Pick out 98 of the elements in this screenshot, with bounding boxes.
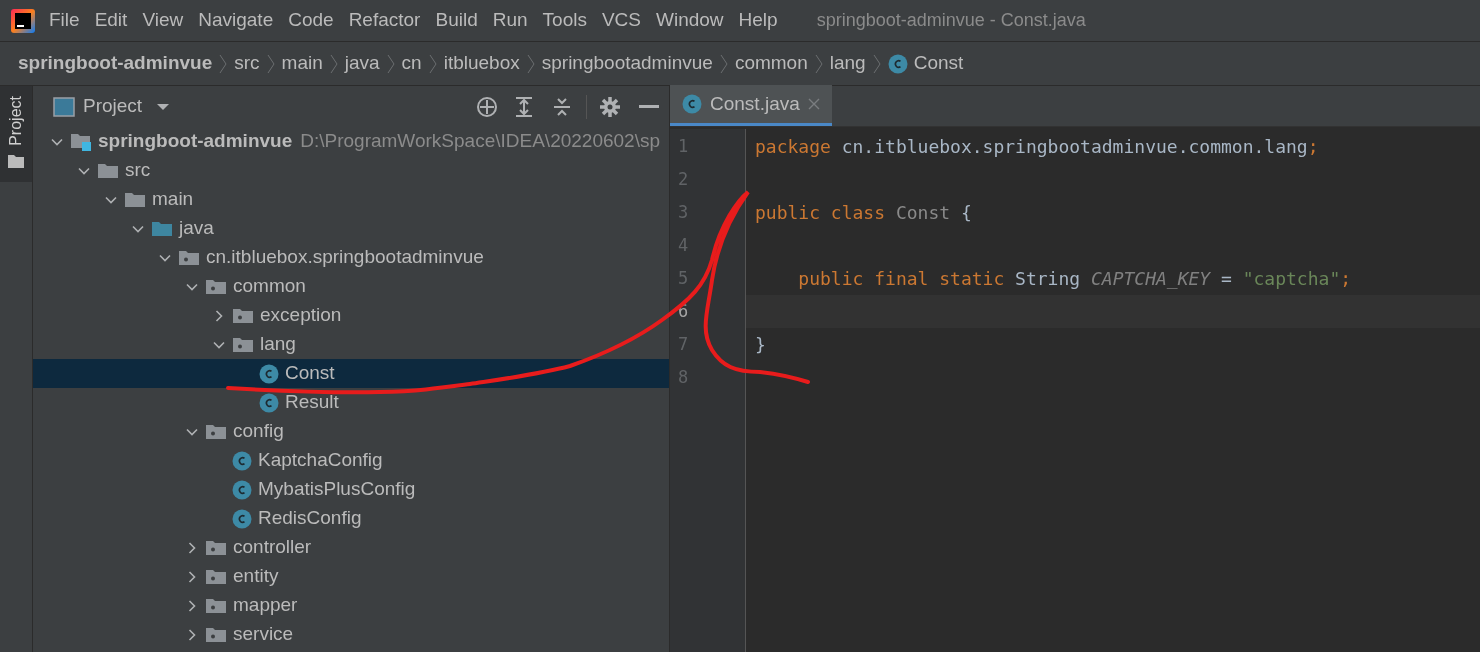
class-icon: [259, 392, 279, 413]
class-icon: [232, 479, 252, 500]
menu-item[interactable]: Window: [656, 6, 724, 35]
settings-icon[interactable]: [599, 95, 621, 118]
breadcrumb-item[interactable]: itbluebox: [443, 49, 520, 78]
menu-item[interactable]: Run: [492, 6, 528, 35]
menu-item[interactable]: VCS: [601, 6, 641, 35]
locate-icon[interactable]: [476, 95, 498, 118]
menu-item[interactable]: Refactor: [348, 6, 421, 35]
tree-row[interactable]: Result: [33, 388, 669, 417]
tab-label: Const.java: [710, 91, 800, 116]
class-icon: [232, 508, 252, 529]
tree-row[interactable]: KaptchaConfig: [33, 446, 669, 475]
class-icon: [259, 363, 279, 384]
breadcrumb-item[interactable]: Const: [913, 49, 964, 78]
package-icon: [205, 625, 227, 644]
class-icon: [232, 450, 252, 471]
tree-label: src: [125, 158, 151, 183]
package-icon: [232, 306, 254, 325]
package-icon: [205, 596, 227, 615]
code-line: public class Const {: [754, 201, 973, 225]
menu-item[interactable]: View: [142, 6, 184, 35]
tree-row[interactable]: MybatisPlusConfig: [33, 475, 669, 504]
code-line: }: [754, 333, 767, 357]
tree-label: MybatisPlusConfig: [258, 477, 416, 502]
tree-row[interactable]: cn.itbluebox.springbootadminvue: [33, 243, 669, 272]
expand-all-icon[interactable]: [514, 95, 534, 118]
app-logo-icon: [11, 8, 35, 33]
tree-row[interactable]: RedisConfig: [33, 504, 669, 533]
package-icon: [232, 335, 254, 354]
tree-row[interactable]: service: [33, 620, 669, 649]
editor-tab[interactable]: Const.java: [670, 85, 832, 126]
breadcrumb-item[interactable]: springbootadminvue: [541, 49, 713, 78]
menu-item[interactable]: Build: [435, 6, 478, 35]
tree-row[interactable]: controller: [33, 533, 669, 562]
tree-row[interactable]: exception: [33, 301, 669, 330]
tree-label: lang: [260, 332, 296, 357]
breadcrumb-item[interactable]: common: [734, 49, 808, 78]
menu-item[interactable]: Tools: [542, 6, 587, 35]
package-icon: [205, 422, 227, 441]
tree-label: common: [233, 274, 306, 299]
tree-row[interactable]: src: [33, 156, 669, 185]
tree-label: KaptchaConfig: [258, 448, 383, 473]
code-line: public final static String CAPTCHA_KEY = "captcha";: [797, 267, 1353, 291]
tree-label: controller: [233, 535, 312, 560]
folder-icon: [8, 153, 24, 168]
menu-item[interactable]: Edit: [94, 6, 128, 35]
tree-label: springboot-adminvue: [98, 129, 293, 154]
tool-tab-label: Project: [6, 96, 25, 146]
collapse-all-icon[interactable]: [552, 95, 572, 118]
breadcrumb-item[interactable]: main: [281, 49, 323, 78]
menu-item[interactable]: File: [49, 6, 80, 35]
breadcrumb-item[interactable]: java: [344, 49, 380, 78]
minimize-icon[interactable]: [639, 104, 659, 109]
project-path: D:\ProgramWorkSpace\IDEA\20220602\sp: [300, 129, 660, 154]
breadcrumb-item[interactable]: springboot-adminvue: [18, 49, 213, 78]
tree-label: config: [233, 419, 284, 444]
package-icon: [178, 248, 200, 267]
tree-row[interactable]: main: [33, 185, 669, 214]
menu-item[interactable]: Help: [738, 6, 778, 35]
tree-label: main: [152, 187, 194, 212]
tree-label: RedisConfig: [258, 506, 362, 531]
project-tool-tab[interactable]: Project: [0, 86, 32, 182]
code-line: package cn.itbluebox.springbootadminvue.common.lang;: [754, 135, 1320, 159]
tree-label: exception: [260, 303, 342, 328]
tree-label: entity: [233, 564, 279, 589]
package-icon: [205, 538, 227, 557]
tree-label: java: [179, 216, 214, 241]
tree-row[interactable]: common: [33, 272, 669, 301]
folder-icon: [151, 219, 173, 238]
tree-row[interactable]: Const: [33, 359, 669, 388]
tree-label: cn.itbluebox.springbootadminvue: [206, 245, 484, 270]
tree-label: Const: [285, 361, 335, 386]
tree-row[interactable]: config: [33, 417, 669, 446]
menu-item[interactable]: Code: [288, 6, 334, 35]
breadcrumb-item[interactable]: cn: [401, 49, 422, 78]
tree-row[interactable]: springboot-adminvue D:\ProgramWorkSpace\IDEA\20220602\sp: [33, 127, 669, 156]
folder-icon: [97, 161, 119, 180]
tree-label: service: [233, 622, 294, 647]
folder-icon: [124, 190, 146, 209]
class-icon: [887, 53, 908, 74]
tree-row[interactable]: lang: [33, 330, 669, 359]
breadcrumb-item[interactable]: src: [234, 49, 260, 78]
window-icon: [53, 96, 75, 117]
tree-row[interactable]: mapper: [33, 591, 669, 620]
tree-label: mapper: [233, 593, 298, 618]
package-icon: [205, 277, 227, 296]
package-icon: [205, 567, 227, 586]
tree-row[interactable]: entity: [33, 562, 669, 591]
breadcrumb-item[interactable]: lang: [829, 49, 866, 78]
menu-item[interactable]: Navigate: [198, 6, 274, 35]
tree-row[interactable]: java: [33, 214, 669, 243]
window-title: springboot-adminvue - Const.java: [816, 9, 1086, 32]
panel-title[interactable]: Project: [83, 92, 143, 121]
dropdown-icon[interactable]: [156, 101, 171, 112]
tree-label: Result: [285, 390, 339, 415]
class-icon: [682, 94, 702, 114]
module-folder-icon: [70, 131, 92, 152]
